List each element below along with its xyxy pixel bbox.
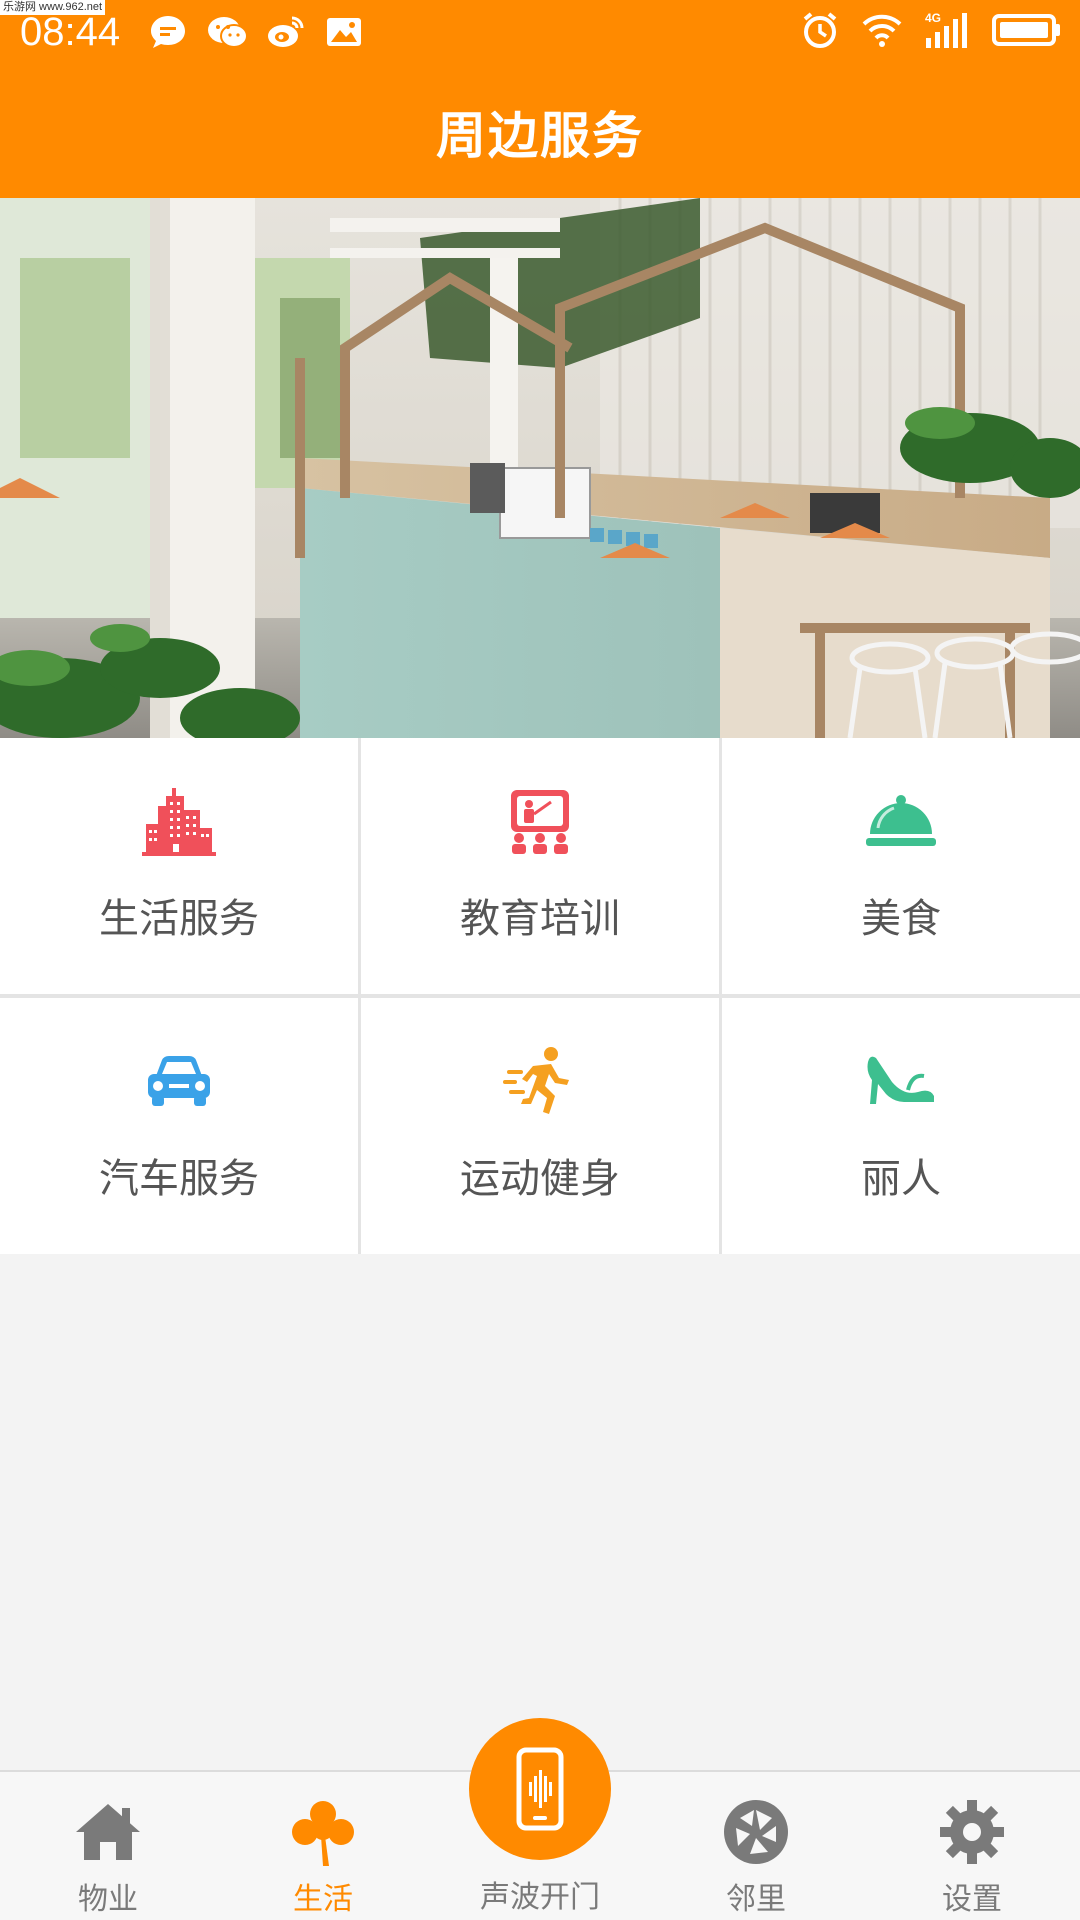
- alarm-icon: [800, 10, 840, 50]
- car-icon: [142, 1044, 216, 1118]
- buildings-icon: [142, 784, 216, 858]
- nav-label: 设置: [942, 1882, 1002, 1917]
- service-label: 汽车服务: [99, 1156, 259, 1202]
- nav-item-neighbors[interactable]: 邻里: [681, 1772, 831, 1920]
- aperture-icon: [720, 1796, 792, 1868]
- phone-soundwave-icon: [516, 1747, 564, 1831]
- service-grid: 生活服务 教育培训 美食 汽车服务 运动健身 丽人: [0, 738, 1080, 1254]
- battery-icon: [992, 12, 1062, 48]
- page-title: 周边服务: [436, 107, 644, 165]
- wifi-icon: [862, 12, 902, 48]
- nav-label: 生活: [293, 1882, 353, 1917]
- cafe-interior-photo: [0, 198, 1080, 738]
- clover-icon: [287, 1796, 359, 1868]
- sonic-door-button[interactable]: [469, 1718, 611, 1860]
- nav-item-sonic-door-open[interactable]: 声波开门: [465, 1718, 615, 1920]
- service-car[interactable]: 汽车服务: [0, 998, 358, 1254]
- service-education[interactable]: 教育培训: [361, 738, 719, 994]
- service-food[interactable]: 美食: [722, 738, 1080, 994]
- high-heel-icon: [864, 1044, 938, 1118]
- status-bar: 乐游网 www.962.net 08:44 4G: [0, 0, 1080, 66]
- service-label: 教育培训: [460, 896, 620, 942]
- signal-4g-icon: 4G: [924, 10, 970, 50]
- nav-item-settings[interactable]: 设置: [897, 1772, 1047, 1920]
- image-icon: [324, 12, 364, 52]
- nav-item-life[interactable]: 生活: [248, 1772, 398, 1920]
- service-beauty[interactable]: 丽人: [722, 998, 1080, 1254]
- svg-text:4G: 4G: [925, 11, 941, 25]
- weibo-icon: [266, 12, 306, 52]
- app-header: 周边服务: [0, 66, 1080, 198]
- service-label: 生活服务: [99, 896, 259, 942]
- system-status-icons: 4G: [800, 10, 1062, 50]
- service-label: 运动健身: [460, 1156, 620, 1202]
- service-label: 丽人: [861, 1156, 941, 1202]
- gear-icon: [936, 1796, 1008, 1868]
- status-clock: 08:44: [20, 10, 121, 54]
- food-cloche-icon: [864, 784, 938, 858]
- service-label: 美食: [861, 896, 941, 942]
- service-life[interactable]: 生活服务: [0, 738, 358, 994]
- wechat-icon: [206, 12, 248, 52]
- nav-label: 声波开门: [480, 1880, 600, 1915]
- notification-icons: [148, 12, 364, 52]
- chat-bubble-icon: [148, 12, 188, 52]
- classroom-icon: [503, 784, 577, 858]
- nav-label: 邻里: [726, 1882, 786, 1917]
- home-icon: [72, 1796, 144, 1868]
- service-fitness[interactable]: 运动健身: [361, 998, 719, 1254]
- nav-label: 物业: [78, 1882, 138, 1917]
- running-icon: [503, 1044, 577, 1118]
- banner-image[interactable]: [0, 198, 1080, 738]
- nav-item-property[interactable]: 物业: [33, 1772, 183, 1920]
